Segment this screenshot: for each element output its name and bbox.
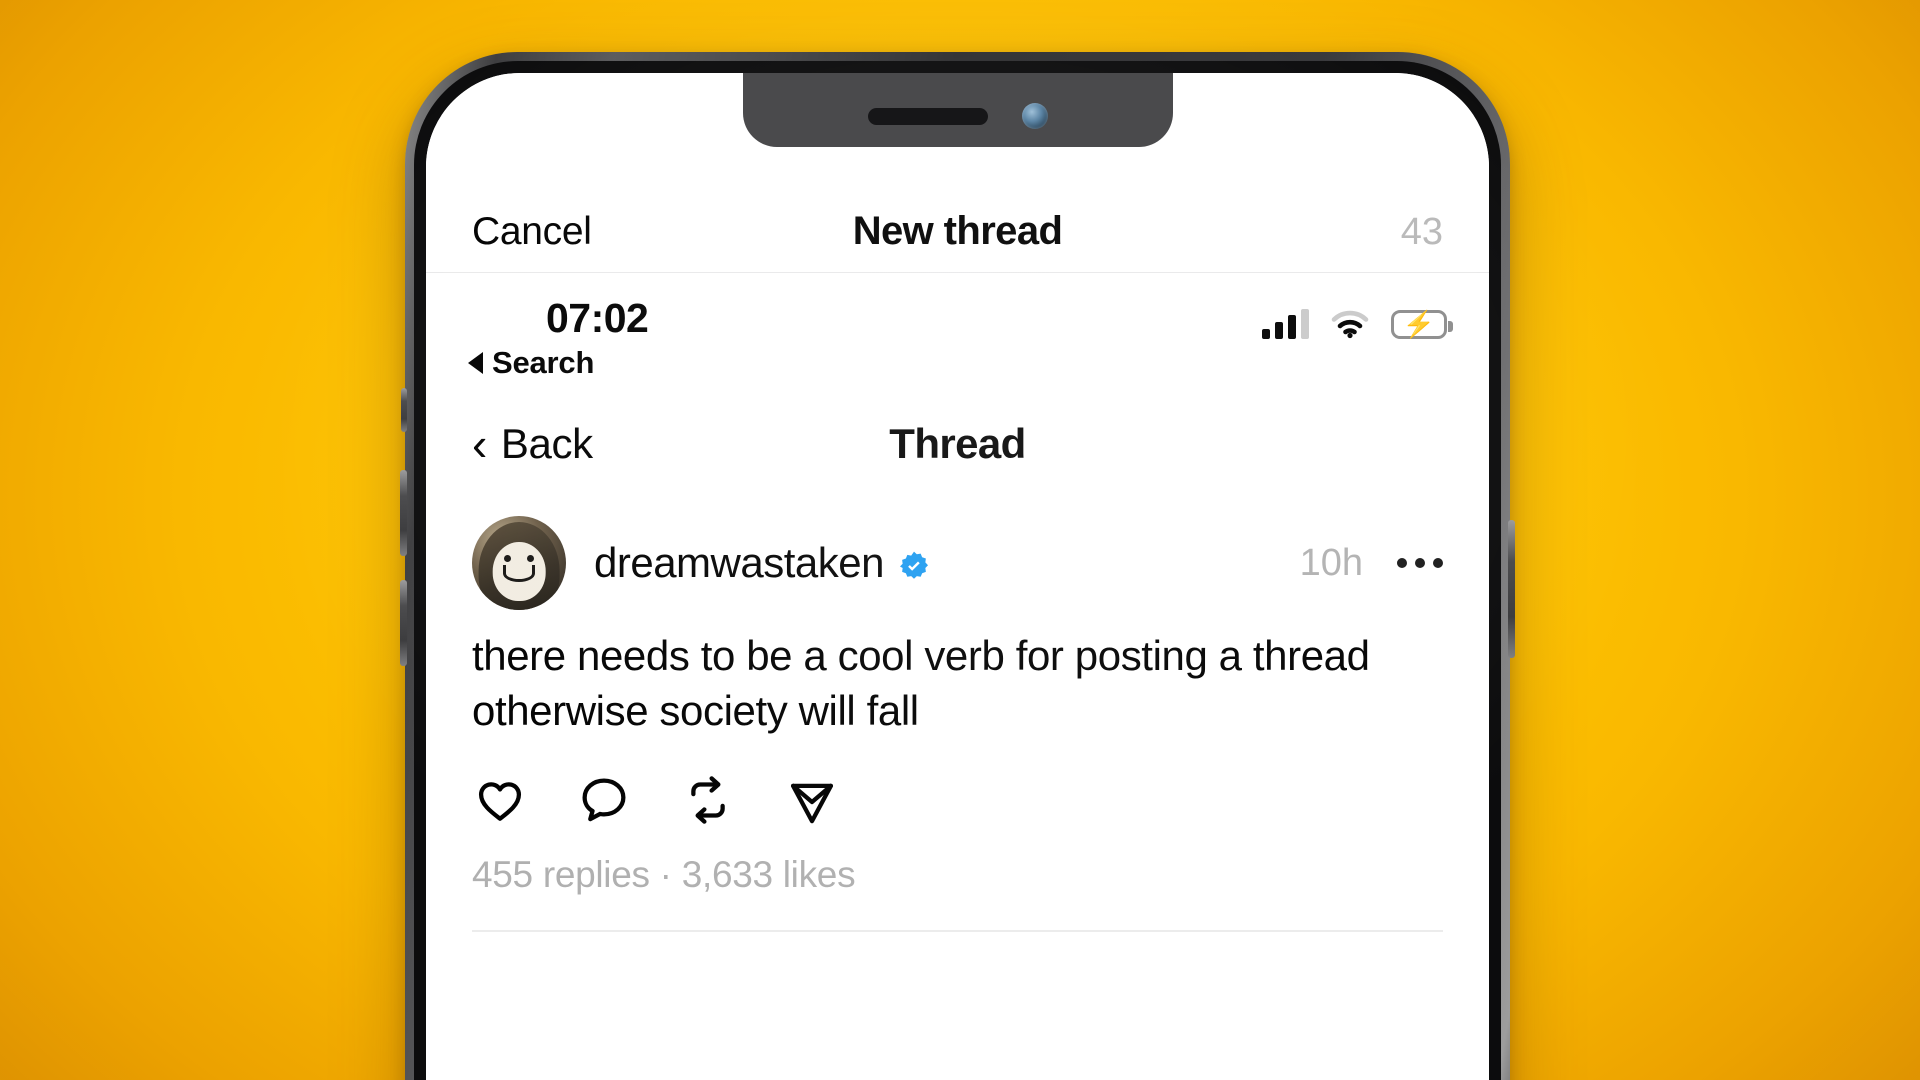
paper-plane-icon <box>790 783 834 824</box>
back-to-app-label: Search <box>492 345 595 380</box>
post-body: there needs to be a cool verb for postin… <box>472 632 1370 734</box>
back-to-app-link[interactable]: Search <box>468 345 594 381</box>
front-camera-icon <box>1021 103 1048 129</box>
status-indicators: ⚡ <box>1262 309 1453 339</box>
avatar[interactable] <box>472 516 566 610</box>
notch <box>742 73 1173 147</box>
reply-button[interactable] <box>576 772 632 828</box>
phone-bezel: Cancel New thread 43 07:02 Search ⚡ ‹ Ba… <box>414 61 1501 1080</box>
post-divider <box>472 930 1443 932</box>
thread-post: dreamwastaken 10h there needs to be a co… <box>426 503 1489 932</box>
phone-device: Cancel New thread 43 07:02 Search ⚡ ‹ Ba… <box>400 52 1515 1080</box>
ios-status-bar: 07:02 Search ⚡ <box>426 273 1489 385</box>
timestamp: 10h <box>1299 541 1363 584</box>
page-title: Thread <box>889 420 1026 467</box>
mute-switch[interactable] <box>401 388 407 432</box>
comment-bubble-icon <box>582 778 626 822</box>
phone-screen: Cancel New thread 43 07:02 Search ⚡ ‹ Ba… <box>426 73 1489 1080</box>
repost-icon <box>691 776 725 824</box>
post-actions <box>472 772 1443 828</box>
post-stats: 455 replies · 3,633 likes <box>472 854 856 896</box>
triangle-left-icon <box>468 352 483 374</box>
verified-badge-icon <box>898 550 930 582</box>
heart-icon <box>478 782 522 821</box>
username[interactable]: dreamwastaken <box>594 539 884 587</box>
battery-charging-icon: ⚡ <box>1391 309 1453 339</box>
power-button[interactable] <box>1508 520 1515 658</box>
earpiece-speaker-icon <box>867 107 988 125</box>
wifi-icon <box>1331 310 1369 339</box>
repost-button[interactable] <box>680 772 736 828</box>
studio-backdrop: Cancel New thread 43 07:02 Search ⚡ ‹ Ba… <box>0 0 1920 1080</box>
composer-title: New thread <box>852 209 1063 253</box>
volume-down-button[interactable] <box>400 580 407 666</box>
volume-up-button[interactable] <box>400 470 407 556</box>
share-button[interactable] <box>784 772 840 828</box>
cellular-signal-icon <box>1262 309 1309 339</box>
embedded-screenshot: 07:02 Search ⚡ ‹ Back Thread dreamwastak… <box>426 273 1489 932</box>
more-options-icon[interactable] <box>1397 558 1443 568</box>
post-meta: 10h <box>1300 542 1443 585</box>
thread-nav-bar: ‹ Back Thread <box>426 385 1489 503</box>
status-time: 07:02 <box>546 295 649 341</box>
post-header: dreamwastaken 10h <box>472 503 1443 623</box>
avatar-smile <box>503 564 535 582</box>
like-button[interactable] <box>472 772 528 828</box>
